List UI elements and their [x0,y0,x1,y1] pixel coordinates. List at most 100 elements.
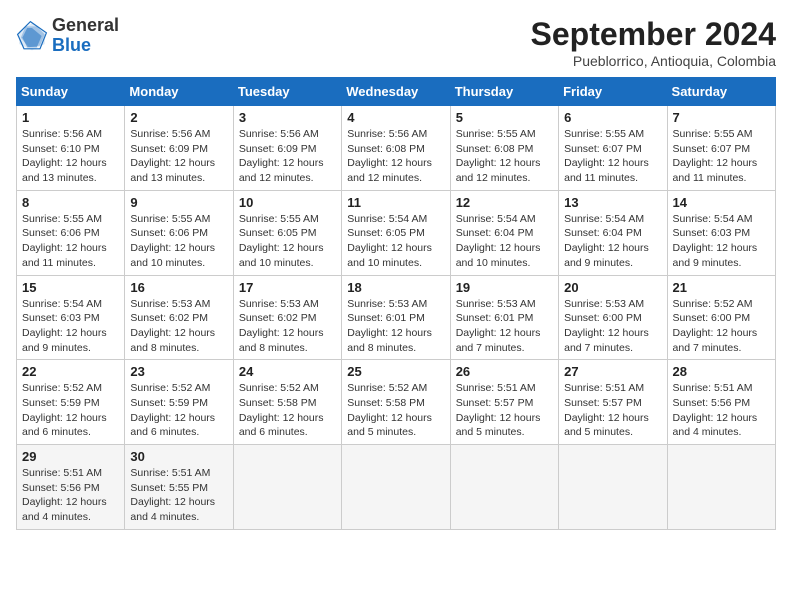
header-tuesday: Tuesday [233,78,341,106]
header-thursday: Thursday [450,78,558,106]
day-number: 30 [130,449,227,464]
day-detail: Sunrise: 5:56 AM Sunset: 6:10 PM Dayligh… [22,127,119,186]
day-number: 19 [456,280,553,295]
day-detail: Sunrise: 5:51 AM Sunset: 5:56 PM Dayligh… [673,381,770,440]
calendar-cell-2: 2 Sunrise: 5:56 AM Sunset: 6:09 PM Dayli… [125,106,233,191]
day-number: 16 [130,280,227,295]
calendar-cell-18: 18 Sunrise: 5:53 AM Sunset: 6:01 PM Dayl… [342,275,450,360]
calendar-cell-6: 6 Sunrise: 5:55 AM Sunset: 6:07 PM Dayli… [559,106,667,191]
calendar-cell-16: 16 Sunrise: 5:53 AM Sunset: 6:02 PM Dayl… [125,275,233,360]
month-title: September 2024 [531,16,776,53]
calendar-cell-11: 11 Sunrise: 5:54 AM Sunset: 6:05 PM Dayl… [342,190,450,275]
day-detail: Sunrise: 5:52 AM Sunset: 6:00 PM Dayligh… [673,297,770,356]
day-number: 14 [673,195,770,210]
header-friday: Friday [559,78,667,106]
calendar-week-5: 29 Sunrise: 5:51 AM Sunset: 5:56 PM Dayl… [17,445,776,530]
day-detail: Sunrise: 5:54 AM Sunset: 6:03 PM Dayligh… [22,297,119,356]
day-number: 5 [456,110,553,125]
day-number: 9 [130,195,227,210]
calendar-cell-15: 15 Sunrise: 5:54 AM Sunset: 6:03 PM Dayl… [17,275,125,360]
day-detail: Sunrise: 5:55 AM Sunset: 6:06 PM Dayligh… [22,212,119,271]
calendar-cell-23: 23 Sunrise: 5:52 AM Sunset: 5:59 PM Dayl… [125,360,233,445]
day-number: 10 [239,195,336,210]
logo-blue-text: Blue [52,35,91,55]
day-detail: Sunrise: 5:51 AM Sunset: 5:55 PM Dayligh… [130,466,227,525]
calendar-cell-empty [667,445,775,530]
day-number: 4 [347,110,444,125]
logo-icon [16,20,48,52]
calendar-cell-24: 24 Sunrise: 5:52 AM Sunset: 5:58 PM Dayl… [233,360,341,445]
day-detail: Sunrise: 5:55 AM Sunset: 6:08 PM Dayligh… [456,127,553,186]
day-detail: Sunrise: 5:55 AM Sunset: 6:07 PM Dayligh… [564,127,661,186]
calendar-cell-4: 4 Sunrise: 5:56 AM Sunset: 6:08 PM Dayli… [342,106,450,191]
calendar-cell-empty [233,445,341,530]
calendar-cell-20: 20 Sunrise: 5:53 AM Sunset: 6:00 PM Dayl… [559,275,667,360]
calendar-cell-empty [342,445,450,530]
day-number: 24 [239,364,336,379]
calendar-cell-27: 27 Sunrise: 5:51 AM Sunset: 5:57 PM Dayl… [559,360,667,445]
calendar-cell-12: 12 Sunrise: 5:54 AM Sunset: 6:04 PM Dayl… [450,190,558,275]
day-detail: Sunrise: 5:55 AM Sunset: 6:07 PM Dayligh… [673,127,770,186]
calendar-cell-13: 13 Sunrise: 5:54 AM Sunset: 6:04 PM Dayl… [559,190,667,275]
day-detail: Sunrise: 5:55 AM Sunset: 6:06 PM Dayligh… [130,212,227,271]
day-detail: Sunrise: 5:51 AM Sunset: 5:56 PM Dayligh… [22,466,119,525]
logo-general-text: General [52,15,119,35]
day-detail: Sunrise: 5:54 AM Sunset: 6:04 PM Dayligh… [564,212,661,271]
day-number: 27 [564,364,661,379]
day-number: 22 [22,364,119,379]
calendar-week-4: 22 Sunrise: 5:52 AM Sunset: 5:59 PM Dayl… [17,360,776,445]
day-detail: Sunrise: 5:53 AM Sunset: 6:00 PM Dayligh… [564,297,661,356]
calendar-cell-22: 22 Sunrise: 5:52 AM Sunset: 5:59 PM Dayl… [17,360,125,445]
logo: General Blue [16,16,119,56]
day-number: 13 [564,195,661,210]
day-number: 29 [22,449,119,464]
day-number: 8 [22,195,119,210]
day-detail: Sunrise: 5:54 AM Sunset: 6:03 PM Dayligh… [673,212,770,271]
weekday-header-row: Sunday Monday Tuesday Wednesday Thursday… [17,78,776,106]
calendar-cell-29: 29 Sunrise: 5:51 AM Sunset: 5:56 PM Dayl… [17,445,125,530]
calendar-cell-17: 17 Sunrise: 5:53 AM Sunset: 6:02 PM Dayl… [233,275,341,360]
calendar-cell-28: 28 Sunrise: 5:51 AM Sunset: 5:56 PM Dayl… [667,360,775,445]
day-number: 23 [130,364,227,379]
day-detail: Sunrise: 5:56 AM Sunset: 6:09 PM Dayligh… [239,127,336,186]
calendar-cell-empty [559,445,667,530]
day-detail: Sunrise: 5:51 AM Sunset: 5:57 PM Dayligh… [456,381,553,440]
header-sunday: Sunday [17,78,125,106]
page-header: General Blue September 2024 Pueblorrico,… [16,16,776,69]
title-block: September 2024 Pueblorrico, Antioquia, C… [531,16,776,69]
calendar-week-3: 15 Sunrise: 5:54 AM Sunset: 6:03 PM Dayl… [17,275,776,360]
calendar-table: Sunday Monday Tuesday Wednesday Thursday… [16,77,776,530]
day-detail: Sunrise: 5:54 AM Sunset: 6:04 PM Dayligh… [456,212,553,271]
calendar-week-2: 8 Sunrise: 5:55 AM Sunset: 6:06 PM Dayli… [17,190,776,275]
day-number: 1 [22,110,119,125]
calendar-cell-19: 19 Sunrise: 5:53 AM Sunset: 6:01 PM Dayl… [450,275,558,360]
day-detail: Sunrise: 5:56 AM Sunset: 6:09 PM Dayligh… [130,127,227,186]
day-detail: Sunrise: 5:52 AM Sunset: 5:59 PM Dayligh… [22,381,119,440]
day-number: 17 [239,280,336,295]
day-number: 6 [564,110,661,125]
day-number: 7 [673,110,770,125]
day-number: 3 [239,110,336,125]
calendar-cell-3: 3 Sunrise: 5:56 AM Sunset: 6:09 PM Dayli… [233,106,341,191]
calendar-cell-empty [450,445,558,530]
calendar-cell-14: 14 Sunrise: 5:54 AM Sunset: 6:03 PM Dayl… [667,190,775,275]
day-detail: Sunrise: 5:52 AM Sunset: 5:58 PM Dayligh… [239,381,336,440]
calendar-cell-5: 5 Sunrise: 5:55 AM Sunset: 6:08 PM Dayli… [450,106,558,191]
calendar-cell-25: 25 Sunrise: 5:52 AM Sunset: 5:58 PM Dayl… [342,360,450,445]
day-number: 12 [456,195,553,210]
day-detail: Sunrise: 5:55 AM Sunset: 6:05 PM Dayligh… [239,212,336,271]
calendar-week-1: 1 Sunrise: 5:56 AM Sunset: 6:10 PM Dayli… [17,106,776,191]
calendar-cell-1: 1 Sunrise: 5:56 AM Sunset: 6:10 PM Dayli… [17,106,125,191]
calendar-cell-7: 7 Sunrise: 5:55 AM Sunset: 6:07 PM Dayli… [667,106,775,191]
day-number: 15 [22,280,119,295]
day-detail: Sunrise: 5:53 AM Sunset: 6:01 PM Dayligh… [347,297,444,356]
day-detail: Sunrise: 5:56 AM Sunset: 6:08 PM Dayligh… [347,127,444,186]
calendar-cell-10: 10 Sunrise: 5:55 AM Sunset: 6:05 PM Dayl… [233,190,341,275]
day-detail: Sunrise: 5:52 AM Sunset: 5:58 PM Dayligh… [347,381,444,440]
calendar-cell-8: 8 Sunrise: 5:55 AM Sunset: 6:06 PM Dayli… [17,190,125,275]
day-detail: Sunrise: 5:51 AM Sunset: 5:57 PM Dayligh… [564,381,661,440]
day-number: 18 [347,280,444,295]
day-number: 25 [347,364,444,379]
day-detail: Sunrise: 5:53 AM Sunset: 6:02 PM Dayligh… [130,297,227,356]
day-detail: Sunrise: 5:54 AM Sunset: 6:05 PM Dayligh… [347,212,444,271]
